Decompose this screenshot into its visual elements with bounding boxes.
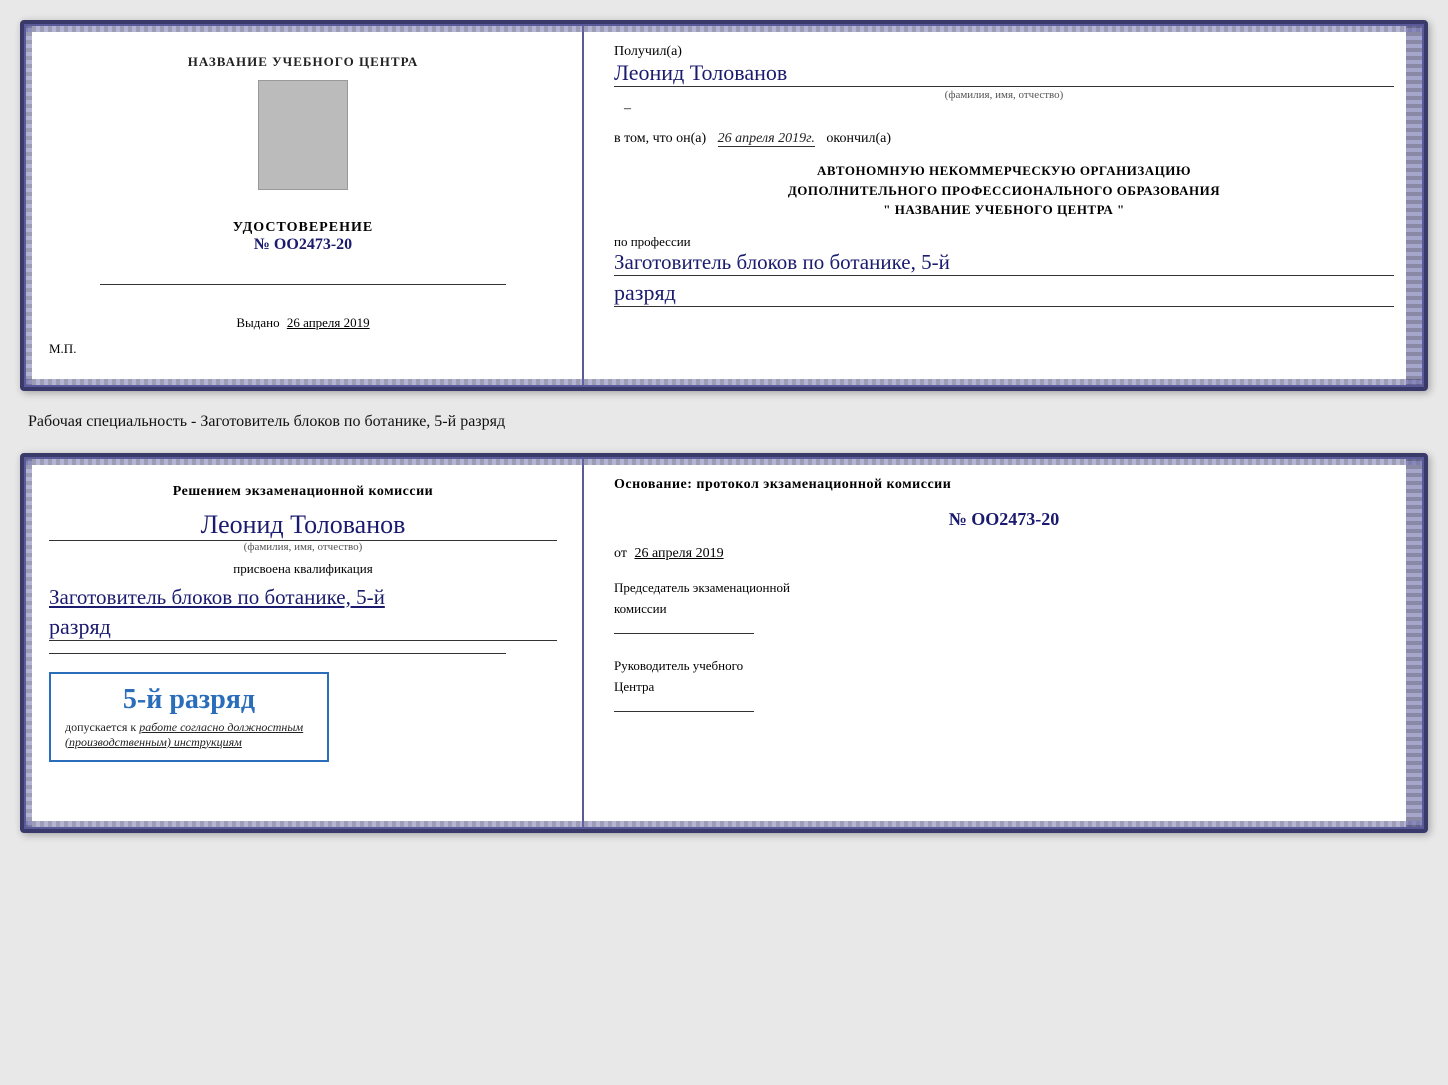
osnov-text: Основание: протокол экзаменационной коми…	[614, 477, 1394, 493]
po-professii: по профессии	[614, 234, 1394, 250]
vydano-block: Выдано 26 апреля 2019	[236, 315, 369, 331]
org-line1: АВТОНОМНУЮ НЕКОММЕРЧЕСКУЮ ОРГАНИЗАЦИЮ	[614, 161, 1394, 181]
left-strip-decoration	[24, 24, 32, 387]
ot-prefix: от	[614, 546, 627, 561]
chairman-block: Председатель экзаменационной комиссии	[614, 578, 1394, 640]
decision-text: Решением экзаменационной комиссии	[49, 482, 557, 502]
poluchil-prefix: Получил(а)	[614, 44, 682, 59]
training-center-label-top: НАЗВАНИЕ УЧЕБНОГО ЦЕНТРА	[188, 54, 419, 70]
bottom-strip-decoration2	[24, 821, 1424, 829]
udost-block: УДОСТОВЕРЕНИЕ № OO2473-20	[233, 220, 373, 254]
cert2-left-panel: Решением экзаменационной комиссии Леонид…	[24, 457, 584, 829]
qual-name: Заготовитель блоков по ботанике, 5-й	[49, 585, 557, 610]
vydano-date: 26 апреля 2019	[287, 315, 370, 330]
cert-left-panel: НАЗВАНИЕ УЧЕБНОГО ЦЕНТРА УДОСТОВЕРЕНИЕ №…	[24, 24, 584, 387]
fio-label-top: (фамилия, имя, отчество)	[614, 89, 1394, 101]
person-name-large: Леонид Толованов	[49, 510, 557, 541]
ot-date: от 26 апреля 2019	[614, 546, 1394, 562]
stamp-allowed-italic2: (производственным) инструкциям	[65, 735, 242, 749]
vydano-label: Выдано	[236, 315, 279, 330]
org-line3: " НАЗВАНИЕ УЧЕБНОГО ЦЕНТРА "	[614, 200, 1394, 220]
fio-label-bottom: (фамилия, имя, отчество)	[49, 541, 557, 553]
right-strip-decoration	[1406, 24, 1424, 387]
photo-placeholder	[258, 80, 348, 190]
date-line: в том, что он(а) 26 апреля 2019г. окончи…	[614, 131, 1394, 147]
bottom-strip-decoration	[24, 379, 1424, 387]
razryad: разряд	[614, 280, 1394, 307]
right-strip-decoration2	[1406, 457, 1424, 829]
recipient-name: Леонид Толованов	[614, 60, 1394, 87]
cert-right-panel: Получил(а) Леонид Толованов (фамилия, им…	[584, 24, 1424, 387]
rukov-sign-line	[614, 711, 754, 712]
date-italic: 26 апреля 2019г.	[718, 131, 815, 147]
stamp-allowed: допускается к работе согласно должностны…	[65, 720, 313, 750]
profession-block: по профессии Заготовитель блоков по бота…	[614, 234, 1394, 307]
razryad2: разряд	[49, 614, 557, 641]
udost-number: № OO2473-20	[233, 236, 373, 254]
udost-title: УДОСТОВЕРЕНИЕ	[233, 220, 373, 236]
page-wrapper: НАЗВАНИЕ УЧЕБНОГО ЦЕНТРА УДОСТОВЕРЕНИЕ №…	[20, 20, 1428, 833]
protocol-number: № OO2473-20	[614, 509, 1394, 530]
rukov-line2: Центра	[614, 677, 1394, 698]
prisvoena-text: присвоена квалификация	[49, 561, 557, 577]
stamp-grade: 5-й разряд	[65, 684, 313, 716]
recipient-line: Получил(а) Леонид Толованов (фамилия, им…	[614, 44, 1394, 117]
stamp-box: 5-й разряд допускается к работе согласно…	[49, 672, 329, 762]
rukov-line1: Руководитель учебного	[614, 656, 1394, 677]
ot-date-value: 26 апреля 2019	[634, 546, 723, 561]
stamp-allowed-italic: работе согласно должностным	[139, 720, 303, 734]
top-strip-decoration2	[24, 457, 1424, 465]
stamp-allowed-prefix: допускается к	[65, 720, 136, 734]
profession-name: Заготовитель блоков по ботанике, 5-й	[614, 250, 1394, 276]
org-line2: ДОПОЛНИТЕЛЬНОГО ПРОФЕССИОНАЛЬНОГО ОБРАЗО…	[614, 181, 1394, 201]
chairman-line1: Председатель экзаменационной	[614, 578, 1394, 599]
certificate-card-bottom: Решением экзаменационной комиссии Леонид…	[20, 453, 1428, 833]
certificate-card-top: НАЗВАНИЕ УЧЕБНОГО ЦЕНТРА УДОСТОВЕРЕНИЕ №…	[20, 20, 1428, 391]
vtom-prefix: в том, что он(а)	[614, 131, 706, 146]
chairman-line2: комиссии	[614, 599, 1394, 620]
okonchil: окончил(а)	[826, 131, 891, 146]
org-block: АВТОНОМНУЮ НЕКОММЕРЧЕСКУЮ ОРГАНИЗАЦИЮ ДО…	[614, 161, 1394, 220]
rukov-block: Руководитель учебного Центра	[614, 656, 1394, 718]
dash: –	[624, 101, 631, 116]
cert2-right-panel: Основание: протокол экзаменационной коми…	[584, 457, 1424, 829]
subtitle-text: Рабочая специальность - Заготовитель бло…	[20, 409, 1428, 435]
top-strip-decoration	[24, 24, 1424, 32]
left-strip-decoration2	[24, 457, 32, 829]
chairman-sign-line	[614, 633, 754, 634]
mp-label: М.П.	[49, 341, 76, 357]
